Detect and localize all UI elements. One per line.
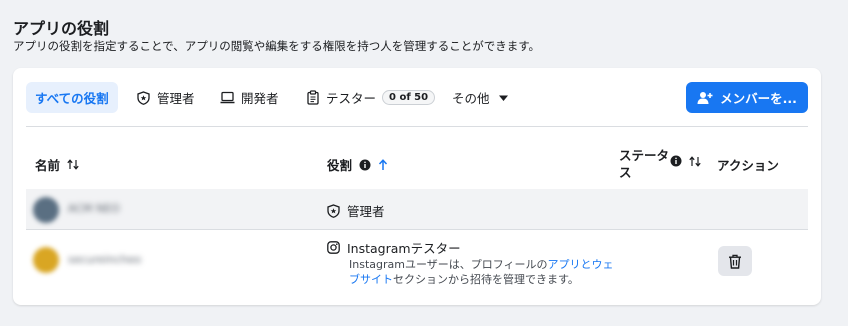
role-label: 管理者 [347,204,385,219]
sort-asc-icon[interactable] [378,158,388,171]
shield-star-icon [136,90,151,105]
tab-label: 管理者 [157,91,195,106]
table-row: ACM NEO 管理者 [26,189,808,230]
tab-label: 開発者 [241,91,279,106]
column-header-actions: アクション [717,155,779,174]
column-label: 役割 [327,158,353,173]
table-row: secureincheo Instagramテスター Instagramユーザー… [26,230,808,294]
avatar [33,247,59,273]
remove-member-button[interactable] [718,246,752,276]
column-label: ステータス [619,148,670,180]
tab-tester[interactable]: テスター 0 of 50 [296,82,444,113]
tab-all-roles[interactable]: すべての役割 [26,82,118,113]
add-person-icon [697,91,713,105]
column-header-name[interactable]: 名前 [35,155,79,174]
role-label: Instagramテスター [347,241,461,256]
page-subtitle: アプリの役割を指定することで、アプリの閲覧や編集をする権限を持つ人を管理すること… [13,39,541,53]
role-cell: 管理者 [327,201,385,220]
laptop-icon [220,90,235,105]
column-label: アクション [717,158,779,173]
column-label: 名前 [35,158,61,173]
sort-both-icon[interactable] [689,155,701,167]
tab-label: テスター [326,91,377,106]
role-cell: Instagramテスター [327,238,461,257]
column-header-status[interactable] [670,155,701,167]
tab-label: すべての役割 [35,91,109,106]
page-title: アプリの役割 [13,19,110,38]
roles-card: すべての役割 管理者 開発者 テスター 0 of 50 その他 メンバーを...… [13,68,821,305]
user-name: ACM NEO [68,202,120,215]
tab-admin[interactable]: 管理者 [127,82,204,113]
description-text: セクションから招待を管理できます。 [393,273,579,286]
column-header-status-label: ステータス [619,147,669,181]
tabs-divider [26,126,808,127]
role-description: Instagramユーザーは、プロフィールのアプリとウェブサイトセクションから招… [349,257,619,287]
column-header-role[interactable]: 役割 [327,155,388,174]
info-icon[interactable] [670,155,682,167]
description-text: Instagramユーザーは、プロフィールの [349,258,548,271]
shield-star-icon [327,203,340,218]
add-member-button[interactable]: メンバーを... [686,82,808,113]
sort-both-icon[interactable] [67,159,79,170]
instagram-icon [327,241,340,254]
tab-developer[interactable]: 開発者 [211,82,288,113]
info-icon[interactable] [359,159,371,171]
tab-label: その他 [452,91,490,106]
caret-down-icon [496,90,511,105]
user-name: secureincheo [68,253,142,266]
tester-count-badge: 0 of 50 [382,90,436,105]
trash-icon [728,254,742,269]
role-tabs: すべての役割 管理者 開発者 テスター 0 of 50 その他 メンバーを... [13,68,821,128]
avatar [33,197,59,223]
tab-other[interactable]: その他 [443,82,520,113]
clipboard-icon [305,90,320,105]
add-member-label: メンバーを... [720,91,797,106]
